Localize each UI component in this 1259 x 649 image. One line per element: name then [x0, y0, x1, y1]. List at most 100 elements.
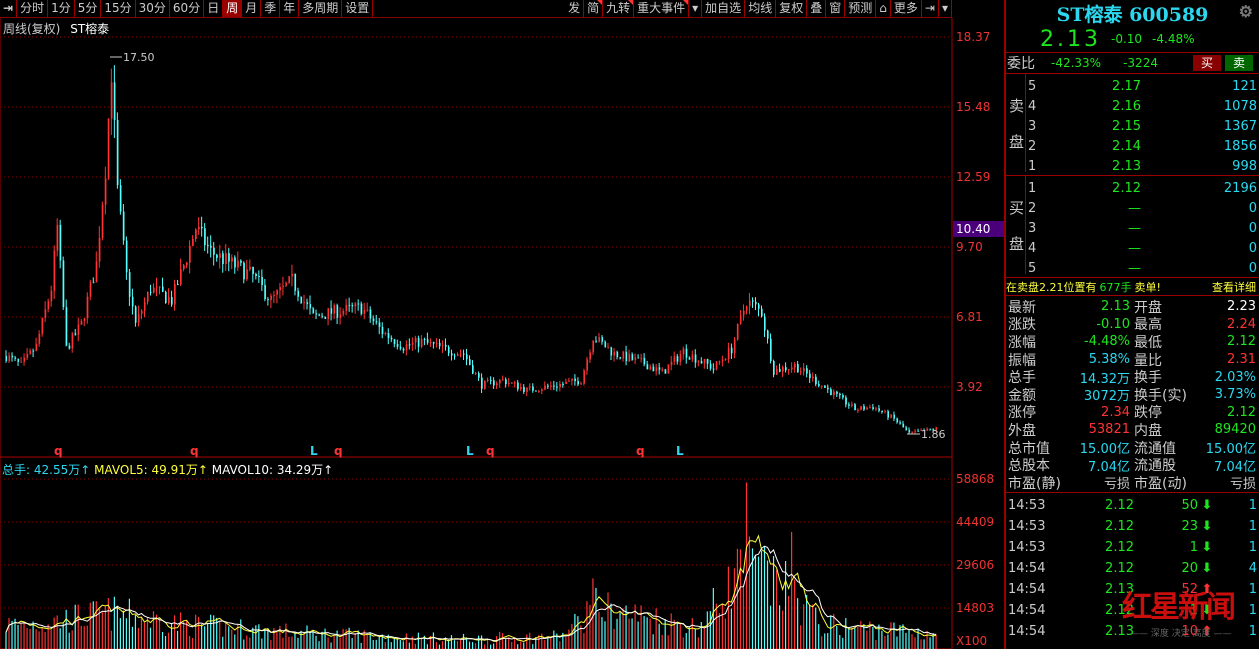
stats-row: 总市值 15.00亿 流通值 15.00亿	[1006, 439, 1259, 458]
stat-value: 3.73%	[1214, 387, 1256, 403]
candle-body	[333, 305, 336, 314]
candle-body	[360, 303, 363, 314]
candle-body	[809, 373, 811, 379]
watermark-slogan: —— 深度 决定 高度 ——	[1130, 629, 1232, 639]
candle-body	[113, 82, 116, 120]
stat-value: 2.31	[1227, 352, 1256, 368]
candle-body	[165, 291, 167, 304]
candle-body	[357, 303, 360, 305]
price-axis-label: 9.70	[956, 240, 983, 254]
candle-body	[201, 226, 203, 229]
buy-volume: 0	[1248, 260, 1257, 276]
candle-body	[571, 378, 573, 381]
candle-body	[625, 351, 628, 362]
candle-body	[643, 357, 646, 365]
candle-body	[640, 357, 643, 359]
candle-body	[604, 341, 607, 348]
candle-body	[180, 269, 182, 285]
buy-volume: 0	[1248, 220, 1257, 236]
candle-body	[634, 357, 637, 360]
candle-body	[423, 338, 426, 340]
kline-chart[interactable]: 17.501.86q q Lq Lq q L	[0, 0, 1004, 649]
candle-body	[441, 344, 444, 347]
candle-body	[125, 240, 128, 273]
candle-body	[104, 178, 107, 205]
price-pct: -4.48%	[1152, 32, 1195, 46]
candle-body	[652, 366, 655, 371]
arrow-down-icon: ⬇	[1201, 560, 1213, 576]
candle-body	[396, 343, 399, 347]
stat-value: 89420	[1214, 422, 1256, 438]
view-details-link[interactable]: 查看详细	[1212, 279, 1256, 295]
candle-body	[514, 382, 516, 384]
stats-row: 最新 2.13 开盘 2.23	[1006, 298, 1259, 316]
stats-table: 最新 2.13 开盘 2.23 涨跌 -0.10 最高 2.24 涨幅 -4.48% 最低 2.12 振…	[1006, 296, 1259, 493]
candle-body	[646, 364, 649, 370]
buy-level: 2	[1028, 200, 1037, 216]
candle-body	[511, 382, 513, 384]
stats-row: 涨幅 -4.48% 最低 2.12	[1006, 333, 1259, 351]
candle-body	[866, 407, 868, 410]
signal-marker: q	[486, 444, 495, 458]
sell-volume: 121	[1232, 78, 1257, 94]
candle-body	[857, 409, 859, 411]
sell-price: 2.14	[1112, 138, 1141, 154]
candle-body	[414, 337, 417, 343]
candle-body	[619, 357, 622, 359]
candle-body	[107, 118, 110, 179]
candle-body	[20, 361, 23, 363]
candle-body	[291, 273, 294, 277]
candle-body	[146, 291, 149, 302]
candle-body	[381, 326, 384, 334]
vol-total: 总手: 42.55万↑	[2, 463, 91, 477]
tick-price: 2.12	[1105, 518, 1134, 534]
candle-body	[101, 204, 104, 238]
sell-level: 1	[1028, 158, 1037, 174]
sell-button[interactable]: 卖	[1225, 55, 1253, 71]
candle-body	[279, 287, 282, 291]
candle-body	[131, 296, 134, 307]
candle-body	[35, 343, 38, 351]
gear-icon[interactable]: ⚙	[1239, 2, 1253, 21]
candle-body	[854, 404, 856, 411]
notice-volume: 677手	[1099, 280, 1132, 294]
candle-body	[210, 245, 212, 248]
candle-body	[607, 347, 610, 349]
candle-body	[893, 414, 896, 419]
candle-body	[767, 330, 769, 339]
candle-body	[156, 286, 158, 288]
candle-body	[613, 351, 616, 356]
candle-body	[59, 224, 62, 261]
candle-body	[887, 411, 890, 418]
candle-body	[685, 348, 688, 358]
candle-body	[661, 369, 664, 371]
tick-row: 14:54 2.12 20 ⬇ 4	[1006, 558, 1259, 579]
candle-body	[369, 309, 372, 319]
candle-body	[183, 265, 185, 270]
candle-body	[580, 383, 583, 385]
buy-button[interactable]: 买	[1193, 55, 1221, 71]
candle-body	[378, 322, 381, 327]
tick-row: 14:53 2.12 23 ⬇ 1	[1006, 516, 1259, 537]
candle-body	[715, 361, 718, 369]
stat-value: 亏损	[1103, 477, 1130, 493]
candle-body	[11, 355, 14, 358]
candle-body	[77, 324, 80, 335]
candle-body	[700, 361, 703, 364]
stat-value: 7.04亿	[1088, 459, 1130, 475]
candle-body	[667, 365, 670, 374]
candle-body	[330, 308, 333, 314]
stats-row: 外盘 53821 内盘 89420	[1006, 421, 1259, 439]
candle-body	[321, 315, 324, 317]
candle-body	[243, 262, 245, 280]
candle-body	[794, 364, 796, 368]
signal-marker: L	[310, 444, 318, 458]
weibi-label: 委比	[1007, 56, 1035, 72]
candle-body	[481, 377, 483, 389]
candle-body	[754, 301, 757, 305]
candle-body	[655, 367, 658, 371]
candle-body	[631, 354, 634, 360]
candle-body	[776, 368, 778, 375]
candle-body	[240, 260, 242, 263]
sell-label-char: 卖	[1008, 97, 1024, 115]
